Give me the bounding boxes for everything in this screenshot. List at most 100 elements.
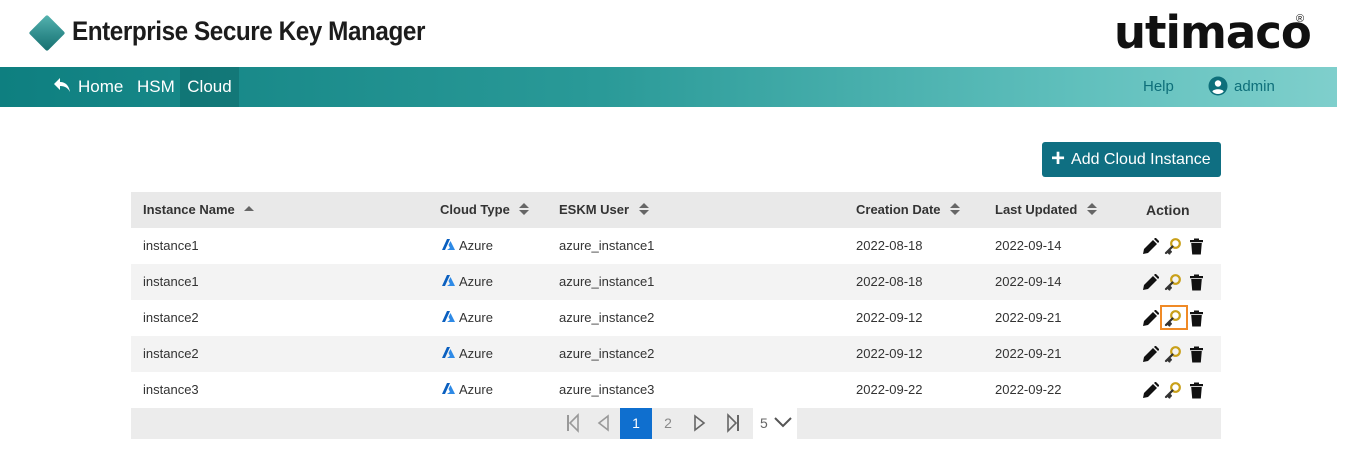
nav-home[interactable]: Home bbox=[52, 67, 123, 107]
add-cloud-instance-button[interactable]: + Add Cloud Instance bbox=[1042, 142, 1221, 177]
pencil-icon[interactable] bbox=[1142, 346, 1159, 363]
chevron-down-icon bbox=[773, 417, 792, 428]
cell-last-updated: 2022-09-21 bbox=[995, 346, 1062, 361]
page-size-value: 5 bbox=[760, 415, 768, 431]
cell-creation-date: 2022-08-18 bbox=[856, 274, 923, 289]
cell-last-updated: 2022-09-14 bbox=[995, 274, 1062, 289]
back-arrow-icon bbox=[54, 78, 70, 92]
row-actions bbox=[1139, 336, 1209, 372]
column-header-instance-name[interactable]: Instance Name bbox=[143, 192, 255, 228]
nav-user-menu[interactable]: admin bbox=[1208, 67, 1275, 107]
row-actions bbox=[1139, 264, 1209, 300]
nav-help[interactable]: Help bbox=[1143, 67, 1174, 107]
cell-cloud-type: Azure bbox=[442, 372, 493, 408]
table-row: instance1 Azure azure_instance1 2022-08-… bbox=[131, 228, 1221, 264]
cell-eskm-user: azure_instance3 bbox=[559, 382, 655, 397]
pencil-icon[interactable] bbox=[1142, 382, 1159, 399]
key-icon[interactable] bbox=[1164, 382, 1181, 399]
cell-last-updated: 2022-09-21 bbox=[995, 310, 1062, 325]
next-page-icon bbox=[694, 414, 706, 432]
cell-instance-name: instance1 bbox=[143, 274, 199, 289]
app-title: Enterprise Secure Key Manager bbox=[72, 16, 425, 46]
cloud-type-label: Azure bbox=[459, 346, 493, 361]
last-page-icon bbox=[727, 413, 739, 433]
row-actions bbox=[1139, 372, 1209, 408]
column-header-label: Instance Name bbox=[143, 202, 235, 217]
cell-instance-name: instance1 bbox=[143, 238, 199, 253]
table-row: instance2 Azure azure_instance2 2022-09-… bbox=[131, 336, 1221, 372]
column-header-cloud-type[interactable]: Cloud Type bbox=[440, 192, 530, 228]
table-row: instance3 Azure azure_instance3 2022-09-… bbox=[131, 372, 1221, 408]
brand-logo: utimaco bbox=[1114, 6, 1312, 59]
cell-cloud-type: Azure bbox=[442, 336, 493, 372]
cell-eskm-user: azure_instance2 bbox=[559, 346, 655, 361]
key-icon[interactable] bbox=[1164, 310, 1181, 327]
nav-cloud[interactable]: Cloud bbox=[180, 67, 239, 107]
table-row: instance1 Azure azure_instance1 2022-08-… bbox=[131, 264, 1221, 300]
cell-instance-name: instance2 bbox=[143, 346, 199, 361]
sort-icon bbox=[1086, 203, 1097, 215]
cell-eskm-user: azure_instance2 bbox=[559, 310, 655, 325]
key-icon[interactable] bbox=[1164, 274, 1181, 291]
column-header-eskm-user[interactable]: ESKM User bbox=[559, 192, 649, 228]
trash-icon[interactable] bbox=[1188, 238, 1205, 255]
pencil-icon[interactable] bbox=[1142, 310, 1159, 327]
cloud-type-label: Azure bbox=[459, 310, 493, 325]
cloud-type-label: Azure bbox=[459, 274, 493, 289]
cell-creation-date: 2022-09-12 bbox=[856, 346, 923, 361]
column-header-label: Cloud Type bbox=[440, 202, 510, 217]
table-row: instance2 Azure azure_instance2 2022-09-… bbox=[131, 300, 1221, 336]
cell-creation-date: 2022-08-18 bbox=[856, 238, 923, 253]
diamond-logo-icon bbox=[28, 14, 66, 52]
column-header-action: Action bbox=[1146, 202, 1190, 218]
pencil-icon[interactable] bbox=[1142, 274, 1159, 291]
row-actions bbox=[1139, 300, 1209, 336]
azure-icon bbox=[442, 275, 455, 286]
trash-icon[interactable] bbox=[1188, 346, 1205, 363]
azure-icon bbox=[442, 383, 455, 394]
trash-icon[interactable] bbox=[1188, 310, 1205, 327]
column-header-label: ESKM User bbox=[559, 202, 630, 217]
azure-icon bbox=[442, 347, 455, 358]
azure-icon bbox=[442, 239, 455, 250]
user-circle-icon bbox=[1208, 76, 1228, 96]
first-page-button[interactable] bbox=[563, 408, 583, 439]
nav-home-label: Home bbox=[78, 77, 124, 96]
trash-icon[interactable] bbox=[1188, 382, 1205, 399]
cell-eskm-user: azure_instance1 bbox=[559, 274, 655, 289]
pencil-icon[interactable] bbox=[1142, 238, 1159, 255]
next-page-button[interactable] bbox=[690, 408, 710, 439]
cell-creation-date: 2022-09-12 bbox=[856, 310, 923, 325]
trash-icon[interactable] bbox=[1188, 274, 1205, 291]
sort-icon bbox=[950, 203, 961, 215]
cell-eskm-user: azure_instance1 bbox=[559, 238, 655, 253]
key-icon[interactable] bbox=[1164, 346, 1181, 363]
add-cloud-instance-label: Add Cloud Instance bbox=[1071, 151, 1211, 168]
page-button-2[interactable]: 2 bbox=[652, 408, 684, 439]
plus-icon: + bbox=[1051, 145, 1066, 172]
cloud-type-label: Azure bbox=[459, 238, 493, 253]
table-header: Instance Name Cloud Type ESKM User Creat… bbox=[131, 192, 1221, 228]
first-page-icon bbox=[567, 413, 579, 433]
row-actions bbox=[1139, 228, 1209, 264]
cloud-type-label: Azure bbox=[459, 382, 493, 397]
column-header-label: Creation Date bbox=[856, 202, 941, 217]
page-size-select[interactable]: 5 bbox=[753, 408, 797, 439]
sort-ascending-icon bbox=[244, 206, 255, 211]
cell-instance-name: instance2 bbox=[143, 310, 199, 325]
brand-registered-mark: ® bbox=[1296, 13, 1305, 25]
app-header: Enterprise Secure Key Manager utimaco ® bbox=[0, 0, 1349, 67]
cloud-instances-table: Instance Name Cloud Type ESKM User Creat… bbox=[131, 192, 1221, 439]
cell-creation-date: 2022-09-22 bbox=[856, 382, 923, 397]
page-button-1[interactable]: 1 bbox=[620, 408, 652, 439]
column-header-last-updated[interactable]: Last Updated bbox=[995, 192, 1097, 228]
column-header-label: Last Updated bbox=[995, 202, 1078, 217]
cell-last-updated: 2022-09-14 bbox=[995, 238, 1062, 253]
cell-last-updated: 2022-09-22 bbox=[995, 382, 1062, 397]
column-header-creation-date[interactable]: Creation Date bbox=[856, 192, 961, 228]
previous-page-button[interactable] bbox=[593, 408, 613, 439]
last-page-button[interactable] bbox=[723, 408, 743, 439]
key-icon[interactable] bbox=[1164, 238, 1181, 255]
nav-hsm[interactable]: HSM bbox=[137, 67, 175, 107]
user-name: admin bbox=[1234, 78, 1275, 95]
